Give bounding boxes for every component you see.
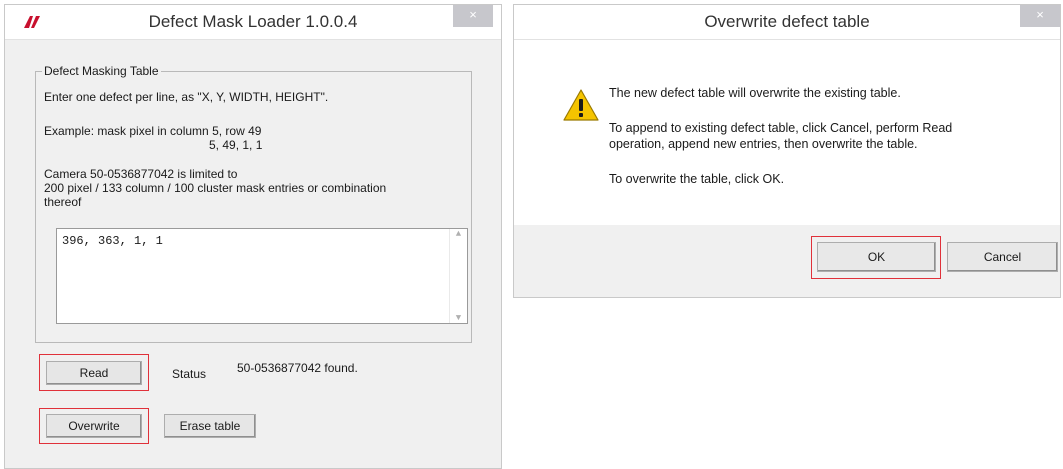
defect-mask-loader-window: Defect Mask Loader 1.0.0.4 × Defect Mask… bbox=[4, 4, 502, 469]
example-text: Example: mask pixel in column 5, row 49 bbox=[44, 124, 262, 138]
dialog-message-3: To overwrite the table, click OK. bbox=[609, 172, 785, 186]
scroll-down-icon[interactable]: ▼ bbox=[456, 313, 461, 323]
defect-table-textarea[interactable]: 396, 363, 1, 1 ▲ ▼ bbox=[56, 228, 468, 324]
window-title: Defect Mask Loader 1.0.0.4 bbox=[148, 12, 358, 31]
close-button[interactable]: × bbox=[453, 5, 493, 27]
dialog-message-1: The new defect table will overwrite the … bbox=[609, 86, 901, 100]
dialog-close-button[interactable]: × bbox=[1020, 5, 1060, 27]
group-legend: Defect Masking Table bbox=[42, 64, 161, 78]
camera-limit-text: Camera 50-0536877042 is limited to bbox=[44, 167, 238, 181]
dialog-message-2: To append to existing defect table, clic… bbox=[609, 121, 953, 135]
dialog-footer: OK Cancel bbox=[514, 225, 1060, 297]
status-value: 50-0536877042 found. bbox=[237, 361, 358, 375]
scroll-up-icon[interactable]: ▲ bbox=[456, 229, 461, 239]
ok-button[interactable]: OK bbox=[817, 242, 936, 272]
status-label: Status bbox=[172, 367, 207, 381]
title-bar: Defect Mask Loader 1.0.0.4 × bbox=[5, 5, 501, 40]
read-button[interactable]: Read bbox=[46, 361, 142, 385]
erase-table-button[interactable]: Erase table bbox=[164, 414, 256, 438]
overwrite-dialog: Overwrite defect table × The new defect … bbox=[513, 4, 1061, 298]
defect-masking-table-group: Defect Masking Table Enter one defect pe… bbox=[35, 64, 472, 343]
textarea-scrollbar[interactable]: ▲ ▼ bbox=[449, 229, 467, 323]
dialog-title: Overwrite defect table bbox=[704, 12, 870, 31]
camera-limit-text-2: 200 pixel / 133 column / 100 cluster mas… bbox=[44, 181, 387, 195]
overwrite-button[interactable]: Overwrite bbox=[46, 414, 142, 438]
instruction-text: Enter one defect per line, as "X, Y, WID… bbox=[44, 90, 329, 104]
dialog-title-bar: Overwrite defect table × bbox=[514, 5, 1060, 40]
example-value: 5, 49, 1, 1 bbox=[209, 138, 263, 152]
cancel-button[interactable]: Cancel bbox=[947, 242, 1058, 272]
camera-limit-text-3: thereof bbox=[44, 195, 82, 209]
warning-icon bbox=[563, 89, 599, 121]
defect-table-value: 396, 363, 1, 1 bbox=[62, 234, 163, 248]
dialog-message-2b: operation, append new entries, then over… bbox=[609, 137, 918, 151]
